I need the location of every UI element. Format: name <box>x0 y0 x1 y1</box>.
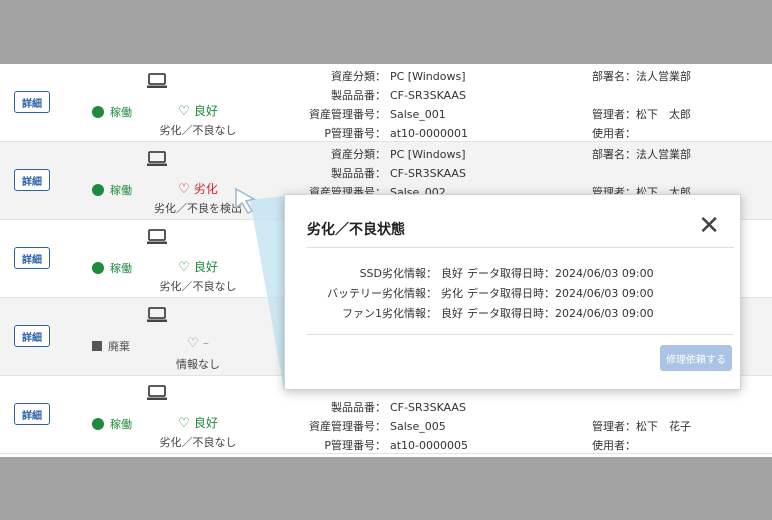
degradation-label: SSD劣化情報： <box>359 267 437 280</box>
degradation-label: ファン1劣化情報： <box>342 307 437 320</box>
close-icon[interactable]: ✕ <box>698 213 720 239</box>
date-value: 2024/06/03 09:00 <box>555 267 654 280</box>
repair-request-button[interactable]: 修理依頼する <box>660 345 732 371</box>
degradation-popup: 劣化／不良状態 ✕ SSD劣化情報： 良好 データ取得日時：2024/06/03 0… <box>284 194 741 390</box>
date-label: データ取得日時： <box>467 307 555 320</box>
degradation-item: ファン1劣化情報： 良好 データ取得日時：2024/06/03 09:00 <box>285 305 742 321</box>
degradation-value: 劣化 <box>441 287 463 300</box>
degradation-label: バッテリー劣化情報： <box>327 287 437 300</box>
divider <box>307 334 734 335</box>
mouse-pointer-icon <box>235 187 257 214</box>
degradation-value: 良好 <box>441 307 463 320</box>
date-label: データ取得日時： <box>467 287 555 300</box>
date-value: 2024/06/03 09:00 <box>555 307 654 320</box>
date-value: 2024/06/03 09:00 <box>555 287 654 300</box>
degradation-item: バッテリー劣化情報： 劣化 データ取得日時：2024/06/03 09:00 <box>285 285 742 301</box>
divider <box>307 247 734 248</box>
popup-title: 劣化／不良状態 <box>307 222 405 238</box>
degradation-value: 良好 <box>441 267 463 280</box>
date-label: データ取得日時： <box>467 267 555 280</box>
degradation-item: SSD劣化情報： 良好 データ取得日時：2024/06/03 09:00 <box>285 265 742 281</box>
